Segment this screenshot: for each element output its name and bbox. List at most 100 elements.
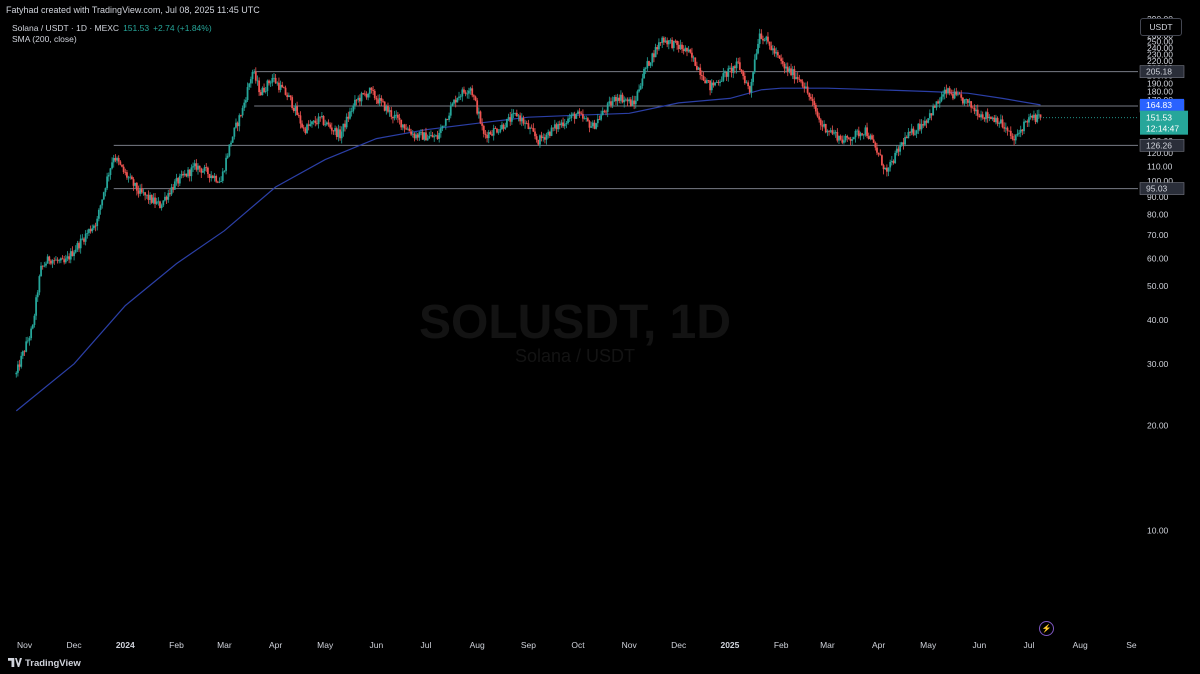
header-price: 151.53	[123, 23, 150, 33]
candle-body	[1013, 139, 1015, 141]
candle-body	[644, 68, 647, 69]
candle-body	[811, 98, 814, 102]
candle-body	[306, 124, 308, 133]
candle-body	[38, 276, 41, 293]
candle-body	[296, 106, 299, 115]
candle-body	[575, 114, 578, 119]
x-tick-label: May	[920, 640, 937, 650]
candle-body	[406, 128, 409, 130]
candle-body	[803, 86, 806, 89]
x-tick-label: Aug	[470, 640, 485, 650]
price-chart[interactable]: SOLUSDT, 1D Solana / USDT 10.00 20.00 30.0…	[0, 0, 1200, 674]
candle-body	[165, 196, 168, 200]
candle-body	[925, 120, 928, 123]
candle-body	[476, 100, 479, 114]
candle-body	[961, 97, 964, 104]
candle-body	[216, 181, 219, 183]
candle-body	[248, 83, 251, 88]
candle-body	[912, 128, 915, 135]
level-badge-label: 205.18	[1146, 67, 1172, 77]
candle-body	[613, 96, 616, 102]
candle-body	[687, 49, 690, 52]
candle-body	[61, 258, 64, 260]
candle-body	[228, 144, 231, 156]
candle-body	[472, 95, 475, 97]
candle-body	[497, 131, 500, 133]
candle-body	[515, 112, 518, 117]
candle-body	[382, 100, 384, 102]
candle-body	[375, 98, 378, 100]
candle-body	[425, 132, 427, 141]
candle-body	[671, 39, 674, 49]
candle-body	[545, 134, 548, 140]
candle-body	[501, 124, 503, 130]
candle-body	[697, 67, 700, 70]
candle-body	[955, 91, 958, 95]
candle-body	[534, 131, 536, 137]
x-tick-label: Nov	[622, 640, 638, 650]
candle-body	[509, 117, 512, 122]
candle-body	[947, 88, 949, 94]
candle-body	[596, 118, 599, 124]
candle-body	[907, 132, 910, 139]
candle-body	[124, 172, 127, 173]
candle-body	[1029, 115, 1032, 118]
candle-body	[99, 205, 102, 210]
candle-body	[84, 233, 87, 242]
candle-body	[814, 105, 817, 112]
candle-body	[393, 115, 396, 119]
candle-body	[51, 260, 54, 264]
candle-body	[35, 297, 37, 316]
x-tick-label: Feb	[169, 640, 184, 650]
x-tick-label: Aug	[1073, 640, 1088, 650]
candle-body	[517, 115, 520, 117]
candle-body	[636, 91, 639, 101]
candle-body	[890, 160, 893, 162]
candle-body	[658, 42, 660, 50]
candle-body	[606, 103, 609, 112]
tradingview-logo[interactable]: TradingView	[8, 658, 81, 669]
candle-body	[608, 101, 611, 104]
candle-body	[629, 99, 632, 106]
currency-button[interactable]: USDT	[1140, 18, 1182, 36]
candle-body	[211, 175, 214, 179]
candle-body	[335, 128, 338, 137]
candle-body	[881, 155, 883, 166]
candle-body	[838, 135, 840, 141]
candle-body	[943, 89, 946, 95]
candle-body	[28, 338, 31, 341]
candle-body	[707, 80, 710, 82]
candle-body	[1006, 127, 1009, 131]
candle-body	[530, 127, 533, 129]
candle-body	[983, 117, 986, 120]
candle-body	[510, 113, 513, 122]
lightning-icon[interactable]: ⚡	[1039, 621, 1054, 636]
candle-body	[1018, 132, 1020, 134]
candle-body	[195, 163, 198, 170]
indicator-legend[interactable]: SMA (200, close)	[12, 34, 77, 44]
candle-body	[691, 52, 693, 58]
candle-body	[522, 118, 525, 124]
candle-body	[585, 118, 588, 120]
candle-body	[729, 67, 731, 69]
candle-body	[149, 194, 151, 200]
candle-body	[1008, 130, 1011, 132]
symbol-header[interactable]: Solana / USDT · 1D · MEXC 151.53 +2.74 (+1…	[12, 23, 212, 33]
candle-body	[17, 364, 19, 373]
candle-body	[669, 39, 672, 41]
candle-body	[392, 116, 394, 119]
candle-body	[841, 139, 844, 143]
candle-body	[58, 260, 61, 262]
candle-body	[1024, 121, 1027, 123]
candle-body	[317, 116, 320, 124]
candle-body	[813, 101, 816, 106]
candle-body	[836, 132, 839, 141]
candle-body	[537, 139, 540, 145]
candle-body	[871, 135, 873, 140]
y-tick-label: 40.00	[1147, 315, 1169, 325]
symbol-line[interactable]: Solana / USDT · 1D · MEXC	[12, 23, 119, 33]
candle-body	[104, 188, 107, 193]
candle-body	[251, 71, 254, 80]
candle-body	[469, 88, 472, 91]
candle-body	[727, 68, 730, 77]
